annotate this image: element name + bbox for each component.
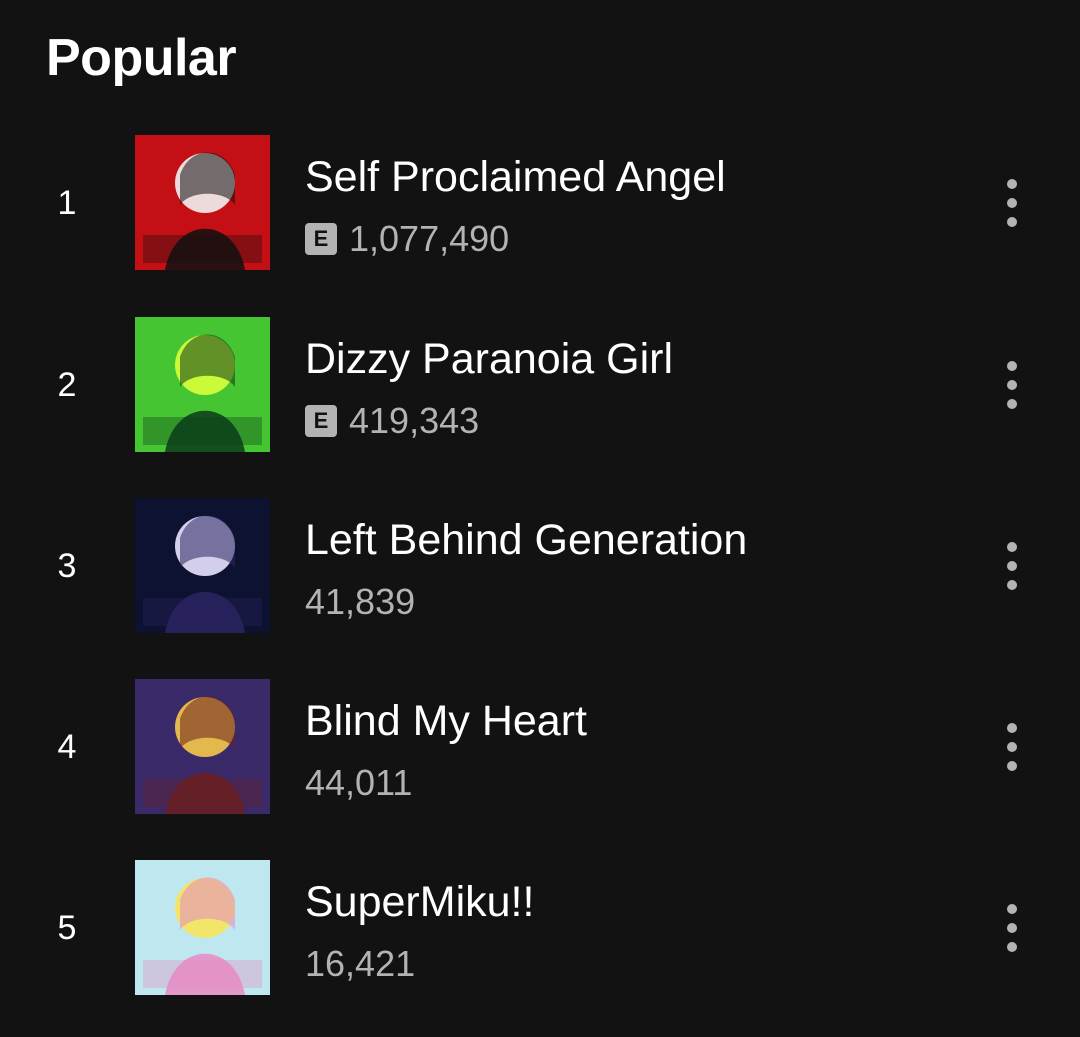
track-row[interactable]: 5 SuperMiku!! 16,421 <box>0 860 1080 996</box>
blind-my-heart-cover[interactable] <box>135 679 270 814</box>
play-count: 1,077,490 <box>349 218 510 259</box>
track-title: Blind My Heart <box>305 697 587 745</box>
track-meta: E 419,343 <box>305 399 479 443</box>
track-row[interactable]: 1 Self Proclaimed Angel E 1,077,490 <box>0 135 1080 271</box>
more-options-icon[interactable] <box>990 898 1034 958</box>
explicit-badge: E <box>305 405 337 437</box>
track-title: Dizzy Paranoia Girl <box>305 335 673 383</box>
more-options-icon[interactable] <box>990 173 1034 233</box>
track-rank: 5 <box>57 908 77 947</box>
track-row[interactable]: 3 Left Behind Generation 41,839 <box>0 498 1080 634</box>
section-title: Popular <box>46 29 237 87</box>
track-meta: E 1,077,490 <box>305 217 509 261</box>
more-options-icon[interactable] <box>990 536 1034 596</box>
track-rank: 2 <box>57 365 77 404</box>
dizzy-paranoia-girl-cover[interactable] <box>135 317 270 452</box>
left-behind-generation-cover[interactable] <box>135 498 270 633</box>
play-count: 419,343 <box>349 400 480 441</box>
track-title: Self Proclaimed Angel <box>305 153 726 201</box>
play-count: 41,839 <box>305 581 416 622</box>
track-rank: 4 <box>57 727 77 766</box>
track-rank: 1 <box>57 183 77 222</box>
supermiku-cover[interactable] <box>135 860 270 995</box>
track-rank: 3 <box>57 546 77 585</box>
more-options-icon[interactable] <box>990 355 1034 415</box>
track-meta: 16,421 <box>305 942 415 986</box>
more-options-icon[interactable] <box>990 717 1034 777</box>
track-row[interactable]: 2 Dizzy Paranoia Girl E 419,343 <box>0 317 1080 453</box>
explicit-badge: E <box>305 223 337 255</box>
track-meta: 44,011 <box>305 761 412 805</box>
self-proclaimed-angel-cover[interactable] <box>135 135 270 270</box>
track-row[interactable]: 4 Blind My Heart 44,011 <box>0 679 1080 815</box>
play-count: 44,011 <box>305 762 413 803</box>
play-count: 16,421 <box>305 943 416 984</box>
track-meta: 41,839 <box>305 580 415 624</box>
track-title: SuperMiku!! <box>305 878 535 926</box>
track-title: Left Behind Generation <box>305 516 748 564</box>
